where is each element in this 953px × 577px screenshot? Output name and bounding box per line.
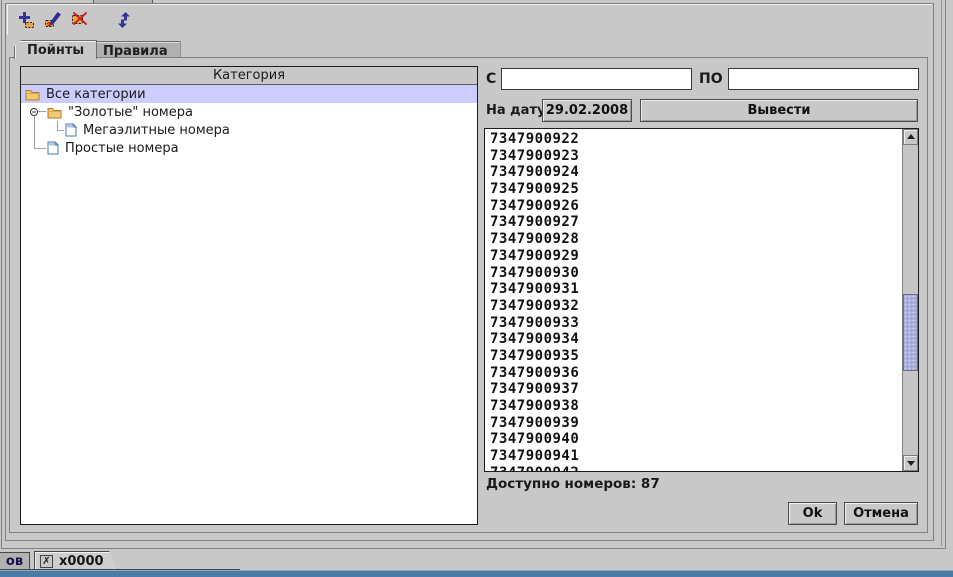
number-item[interactable]: 7347900927 bbox=[485, 214, 902, 231]
tree-item-label: "Золотые" номера bbox=[68, 105, 193, 120]
tree-item-label: Все категории bbox=[46, 87, 146, 102]
scrollbar[interactable] bbox=[902, 129, 918, 471]
category-tree-panel: Категория Все категории "Золотые" номера bbox=[20, 66, 478, 525]
tree-connector bbox=[57, 130, 64, 131]
numbers-list[interactable]: 7347900922734790092373479009247347900925… bbox=[484, 128, 919, 472]
number-item[interactable]: 7347900923 bbox=[485, 148, 902, 165]
number-item[interactable]: 7347900942 bbox=[485, 465, 902, 472]
tree-item-label: Простые номера bbox=[65, 141, 179, 156]
number-item[interactable]: 7347900932 bbox=[485, 298, 902, 315]
toolbar bbox=[7, 4, 932, 35]
date-label: На дату: bbox=[486, 103, 551, 118]
numbers-rows: 7347900922734790092373479009247347900925… bbox=[485, 131, 902, 472]
triangle-down-icon bbox=[907, 461, 915, 466]
tree-item-simple-numbers[interactable]: Простые номера bbox=[21, 139, 477, 157]
number-item[interactable]: 7347900928 bbox=[485, 231, 902, 248]
document-icon bbox=[47, 141, 59, 155]
number-item[interactable]: 7347900931 bbox=[485, 281, 902, 298]
status-bar bbox=[0, 570, 953, 577]
tree-item-label: Мегаэлитные номера bbox=[83, 123, 230, 138]
bottom-tab-x0000[interactable]: ✗ x0000 bbox=[34, 551, 118, 570]
date-button[interactable]: 29.02.2008 bbox=[542, 99, 632, 122]
delete-button[interactable] bbox=[67, 8, 91, 32]
tab-rules[interactable]: Правила bbox=[90, 41, 181, 57]
number-item[interactable]: 7347900933 bbox=[485, 315, 902, 332]
refresh-icon bbox=[115, 11, 133, 29]
triangle-up-icon bbox=[907, 134, 915, 139]
from-input[interactable] bbox=[501, 68, 692, 90]
from-label: С bbox=[486, 71, 496, 87]
number-item[interactable]: 7347900939 bbox=[485, 415, 902, 432]
tree-connector bbox=[38, 111, 46, 112]
number-item[interactable]: 7347900934 bbox=[485, 331, 902, 348]
number-item[interactable]: 7347900929 bbox=[485, 248, 902, 265]
bottom-tab-partial[interactable]: ов bbox=[0, 552, 30, 570]
tree-item-golden-numbers[interactable]: "Золотые" номера bbox=[21, 103, 477, 121]
tree-item-megaelite-numbers[interactable]: Мегаэлитные номера bbox=[21, 121, 477, 139]
close-icon[interactable]: ✗ bbox=[40, 555, 53, 568]
number-item[interactable]: 7347900930 bbox=[485, 265, 902, 282]
add-button[interactable] bbox=[15, 8, 39, 32]
number-item[interactable]: 7347900938 bbox=[485, 398, 902, 415]
number-item[interactable]: 7347900936 bbox=[485, 365, 902, 382]
ok-button[interactable]: Ok bbox=[788, 502, 837, 525]
tree-column-header[interactable]: Категория bbox=[21, 67, 477, 85]
scrollbar-thumb[interactable] bbox=[903, 294, 918, 371]
tab-points[interactable]: Пойнты bbox=[14, 40, 97, 59]
edit-icon bbox=[44, 11, 62, 29]
number-item[interactable]: 7347900935 bbox=[485, 348, 902, 365]
tree-connector bbox=[34, 116, 35, 148]
tree-connector bbox=[57, 121, 58, 130]
scroll-up-button[interactable] bbox=[903, 129, 918, 145]
add-icon bbox=[18, 11, 36, 29]
edit-button[interactable] bbox=[41, 8, 65, 32]
tree-body: Все категории "Золотые" номера Мегаэлитн… bbox=[21, 85, 477, 524]
folder-icon bbox=[47, 106, 62, 119]
tree-connector bbox=[34, 148, 46, 149]
number-item[interactable]: 7347900941 bbox=[485, 448, 902, 465]
show-button[interactable]: Вывести bbox=[640, 99, 918, 122]
scroll-down-button[interactable] bbox=[903, 455, 918, 471]
refresh-button[interactable] bbox=[112, 8, 136, 32]
to-label: ПО bbox=[699, 71, 723, 87]
number-item[interactable]: 7347900940 bbox=[485, 431, 902, 448]
number-item[interactable]: 7347900937 bbox=[485, 381, 902, 398]
available-numbers-label: Доступно номеров: 87 bbox=[486, 476, 660, 492]
to-input[interactable] bbox=[728, 68, 919, 90]
number-item[interactable]: 7347900924 bbox=[485, 164, 902, 181]
cancel-button[interactable]: Отмена bbox=[844, 502, 918, 525]
number-item[interactable]: 7347900926 bbox=[485, 198, 902, 215]
delete-icon bbox=[70, 11, 88, 29]
number-item[interactable]: 7347900922 bbox=[485, 131, 902, 148]
number-item[interactable]: 7347900925 bbox=[485, 181, 902, 198]
frame-edge-line bbox=[941, 0, 942, 546]
folder-icon bbox=[25, 88, 40, 101]
bottom-tab-label: x0000 bbox=[59, 554, 104, 569]
tree-item-all-categories[interactable]: Все категории bbox=[21, 85, 477, 103]
document-icon bbox=[65, 123, 77, 137]
